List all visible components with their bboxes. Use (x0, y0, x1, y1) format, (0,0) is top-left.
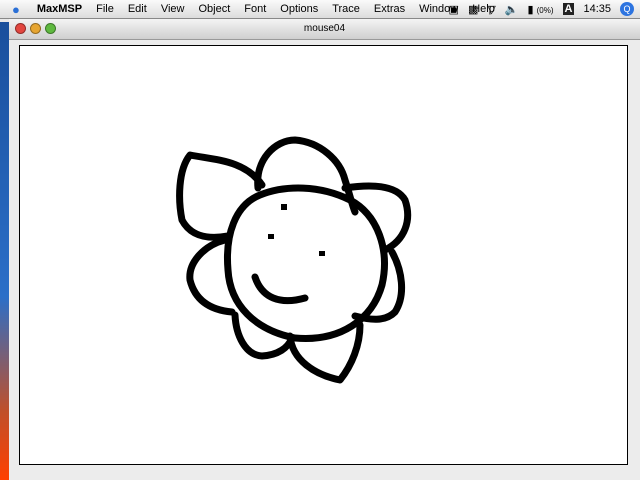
petal-top-left (176, 151, 266, 241)
smile (251, 273, 309, 305)
left-eye (268, 234, 274, 239)
flower-drawing (176, 136, 412, 384)
petal-top (254, 136, 359, 216)
right-eye (319, 251, 325, 256)
mark (281, 204, 287, 210)
petal-right (341, 182, 412, 254)
